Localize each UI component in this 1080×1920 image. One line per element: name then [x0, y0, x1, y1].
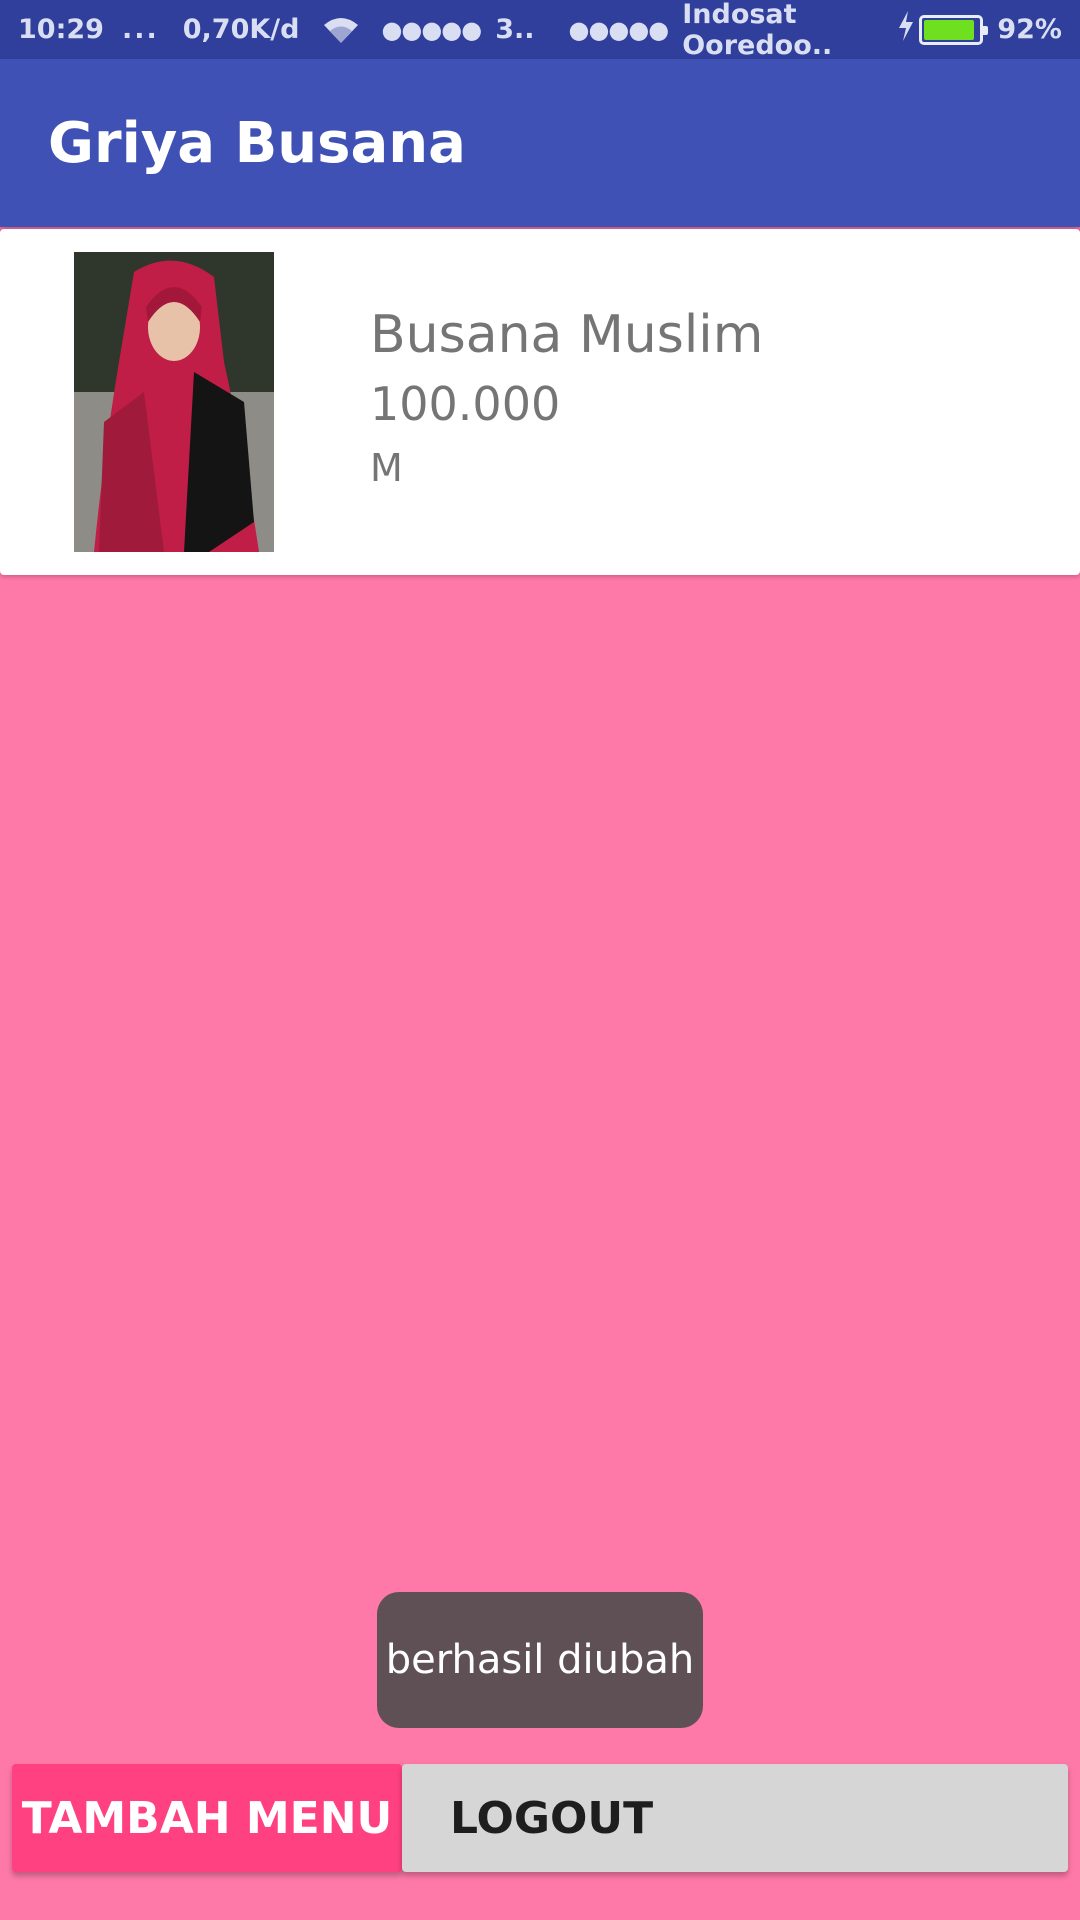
signal-strength-sim2: ●●●●● — [568, 15, 670, 44]
signal-strength-sim1: ●●●●● — [381, 15, 482, 44]
product-card[interactable]: Busana Muslim 100.000 M — [0, 229, 1080, 575]
carrier-name: Indosat Ooredoo.. — [682, 0, 833, 61]
product-name: Busana Muslim — [370, 305, 764, 365]
product-size: M — [370, 446, 403, 490]
network-speed: 0,70K/d — [182, 14, 300, 45]
wifi-icon — [324, 17, 359, 43]
status-time: 10:29 — [18, 14, 104, 45]
sim1-label: 3.. — [495, 14, 535, 45]
product-price: 100.000 — [370, 377, 561, 431]
bottom-button-row: TAMBAH MENU LOGOUT — [12, 1764, 1068, 1872]
status-bar: 10:29 ... 0,70K/d ●●●●● 3.. ●●●●● Indosa… — [0, 0, 1080, 61]
app-title: Griya Busana — [48, 110, 466, 176]
tambah-menu-button[interactable]: TAMBAH MENU — [12, 1764, 402, 1872]
toast-message: berhasil diubah — [377, 1592, 703, 1728]
charging-icon — [897, 11, 915, 48]
battery-icon — [919, 14, 989, 45]
product-info: Busana Muslim 100.000 M — [370, 299, 763, 499]
battery-fill — [924, 19, 975, 40]
battery-percent: 92% — [997, 14, 1062, 45]
logout-button[interactable]: LOGOUT — [402, 1764, 1068, 1872]
notification-dots: ... — [121, 14, 159, 45]
app-bar: Griya Busana — [0, 59, 1080, 227]
product-image — [74, 252, 274, 552]
